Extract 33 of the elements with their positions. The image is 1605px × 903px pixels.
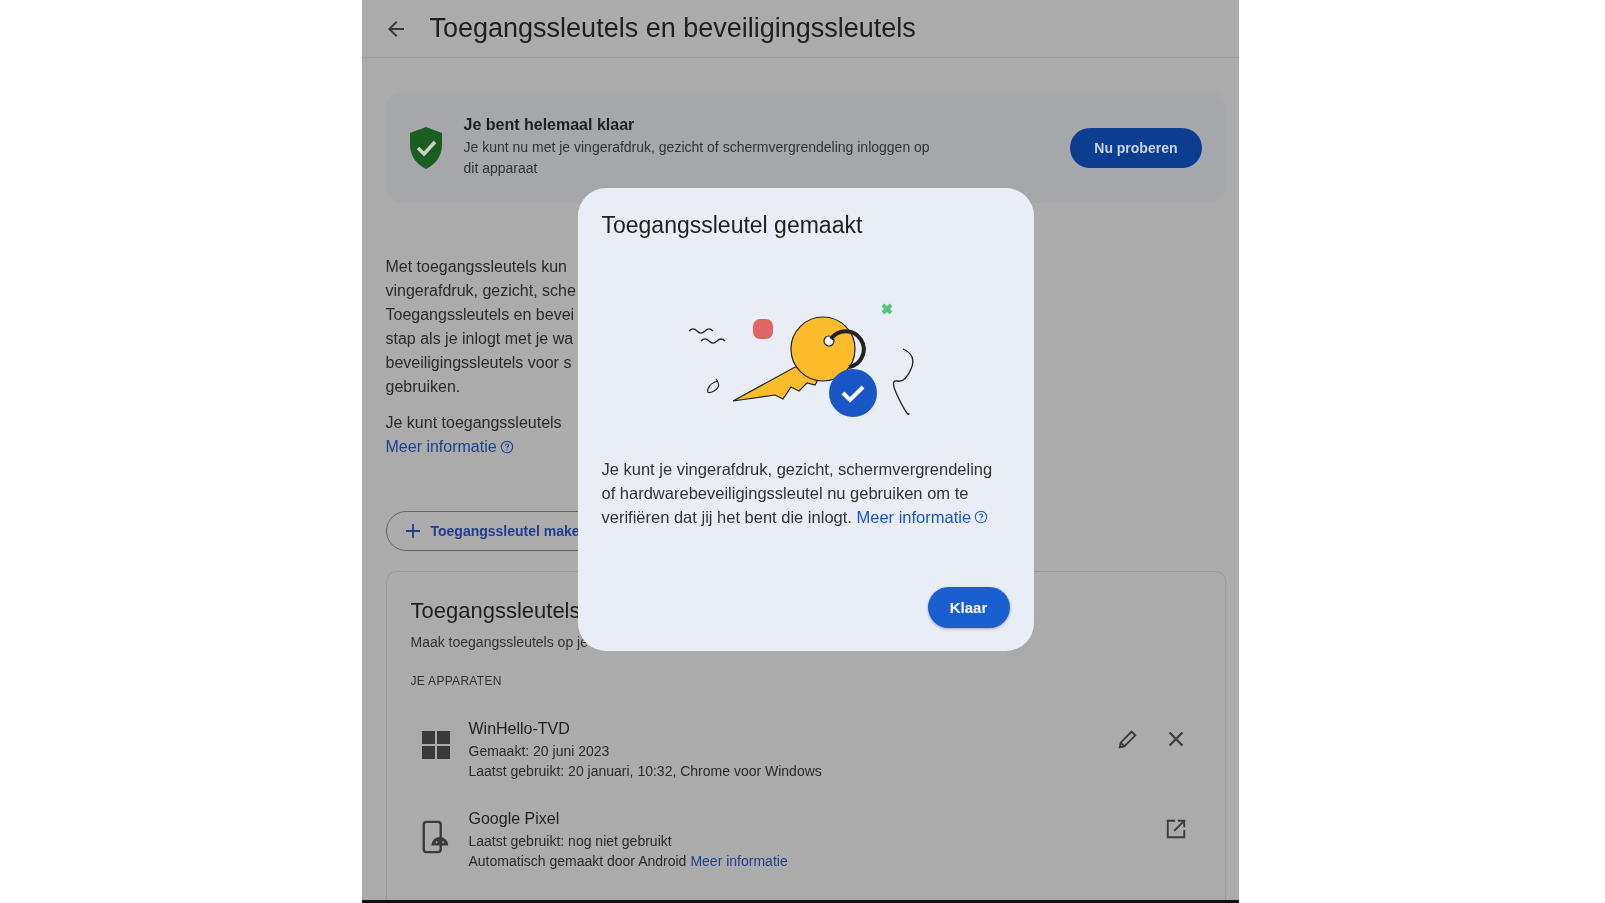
- intro-text-line: Met toegangssleutels kun: [385, 257, 567, 277]
- help-icon: [974, 510, 989, 524]
- banner-title: Je bent helemaal klaar: [463, 116, 636, 134]
- intro-text-line: vingerafdruk, gezicht, sche: [385, 281, 576, 301]
- shield-check-icon: [407, 125, 444, 170]
- page-title: Toegangssleutels en beveiligingssleutels: [429, 13, 916, 44]
- intro-text-line: gebruiken.: [385, 377, 461, 397]
- try-now-button[interactable]: Nu proberen: [1070, 127, 1202, 168]
- dialog-text: Je kunt je vingerafdruk, gezicht, schermvergrendeling of hardwarebeveiligingssleutel nu gebruiken om te verifiëren dat jij het bent die inlogt. Meer informatie: [601, 457, 1010, 529]
- external-link-icon[interactable]: [1164, 818, 1187, 840]
- device-name: Google Pixel: [468, 810, 560, 828]
- intro-text-line: Toegangssleutels en bevei: [385, 305, 575, 325]
- done-button[interactable]: Klaar: [927, 587, 1010, 628]
- help-icon: [499, 440, 514, 454]
- android-phone-icon: [420, 820, 451, 854]
- pencil-icon[interactable]: [1116, 728, 1139, 750]
- more-info-link[interactable]: Meer informatie: [385, 435, 514, 459]
- intro-text-line: Je kunt toegangssleutels: [385, 413, 562, 433]
- plus-icon: [404, 523, 421, 539]
- device-detail: Laatst gebruikt: 20 januari, 10:32, Chrome voor Windows: [468, 762, 822, 780]
- dialog-title: Toegangssleutel gemaakt: [601, 212, 864, 239]
- device-detail: Automatisch gemaakt door Android: [468, 852, 687, 870]
- intro-text-line: stap als je inlogt met je wa: [385, 329, 574, 349]
- device-detail: Gemaakt: 20 juni 2023: [468, 742, 610, 760]
- more-info-link[interactable]: Meer informatie: [856, 505, 989, 529]
- device-detail: Laatst gebruikt: nog niet gebruikt: [468, 832, 672, 850]
- intro-text-line: beveiligingssleutels voor s: [385, 353, 572, 373]
- section-label: JE APPARATEN: [410, 674, 502, 688]
- windows-icon: [420, 730, 451, 760]
- device-name: WinHello-TVD: [468, 720, 570, 738]
- more-info-link[interactable]: Meer informatie: [690, 852, 788, 870]
- card-title: Toegangssleutels: [410, 598, 581, 624]
- banner-text: Je kunt nu met je vingerafdruk, gezicht of schermvergrendeling inloggen op dit apparaat: [463, 138, 931, 178]
